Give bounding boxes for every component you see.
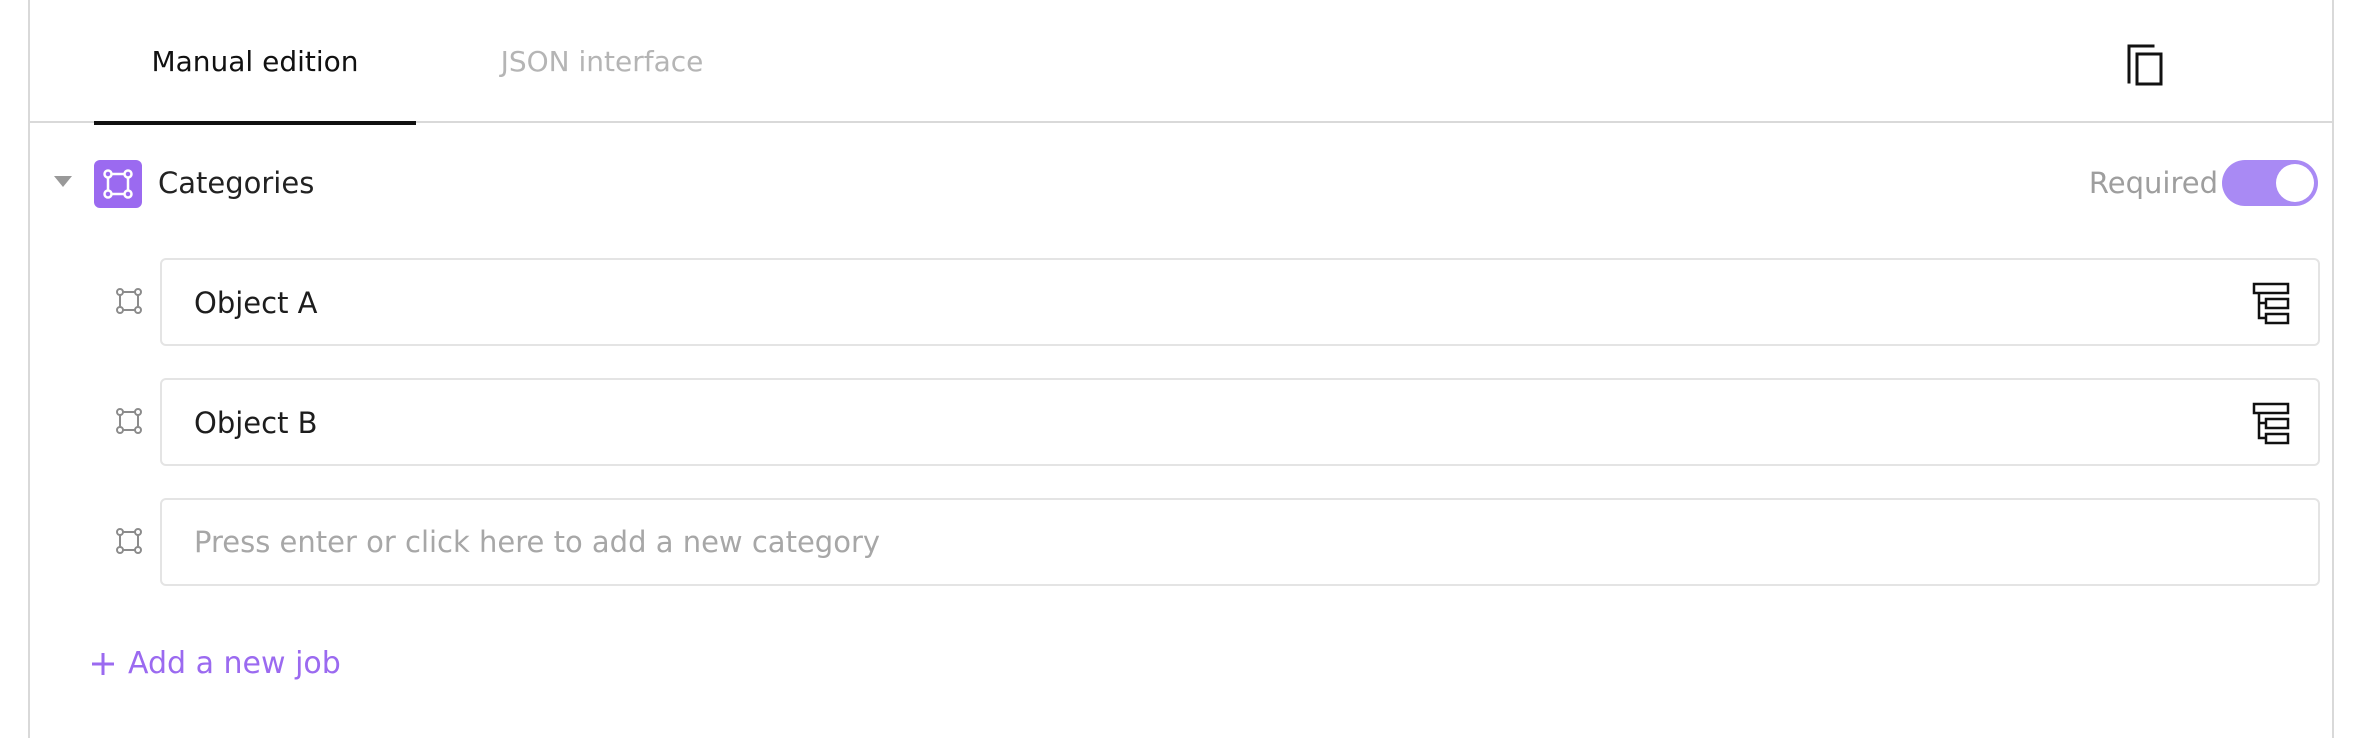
tab-json-interface-label: JSON interface bbox=[500, 45, 704, 78]
add-job-label: Add a new job bbox=[128, 646, 341, 681]
new-category-input[interactable] bbox=[162, 500, 2318, 584]
tree-structure-button[interactable] bbox=[2252, 282, 2292, 326]
tree-structure-button[interactable] bbox=[2252, 402, 2292, 446]
tab-bar: Manual edition JSON interface bbox=[30, 0, 2332, 125]
tab-manual-edition[interactable]: Manual edition bbox=[94, 0, 416, 125]
object-label: Object B bbox=[194, 406, 318, 440]
tree-structure-icon bbox=[2252, 402, 2290, 445]
object-field[interactable]: Object A bbox=[160, 258, 2320, 346]
new-category-row bbox=[30, 498, 2332, 586]
editor-panel: Manual edition JSON interface Categories bbox=[28, 0, 2334, 738]
category-header: Categories Required bbox=[30, 150, 2332, 220]
required-toggle[interactable] bbox=[2222, 160, 2318, 206]
add-job-button[interactable]: Add a new job bbox=[90, 646, 341, 681]
category-title: Categories bbox=[158, 166, 315, 200]
bounding-box-icon bbox=[113, 525, 145, 557]
toggle-knob bbox=[2276, 164, 2314, 202]
plus-icon bbox=[90, 651, 116, 677]
bounding-box-icon[interactable] bbox=[113, 285, 145, 317]
object-field[interactable]: Object B bbox=[160, 378, 2320, 466]
copy-icon bbox=[2127, 44, 2163, 86]
required-label: Required bbox=[2088, 166, 2218, 200]
bounding-box-icon[interactable] bbox=[113, 405, 145, 437]
tree-structure-icon bbox=[2252, 282, 2290, 325]
copy-button[interactable] bbox=[2123, 38, 2171, 90]
collapse-caret-icon[interactable] bbox=[54, 176, 72, 187]
object-label: Object A bbox=[194, 286, 318, 320]
list-item: Object A bbox=[30, 258, 2332, 346]
list-item: Object B bbox=[30, 378, 2332, 466]
tab-manual-edition-label: Manual edition bbox=[151, 45, 359, 78]
bounding-box-icon bbox=[94, 160, 142, 208]
tab-json-interface[interactable]: JSON interface bbox=[466, 0, 738, 123]
new-category-field bbox=[160, 498, 2320, 586]
